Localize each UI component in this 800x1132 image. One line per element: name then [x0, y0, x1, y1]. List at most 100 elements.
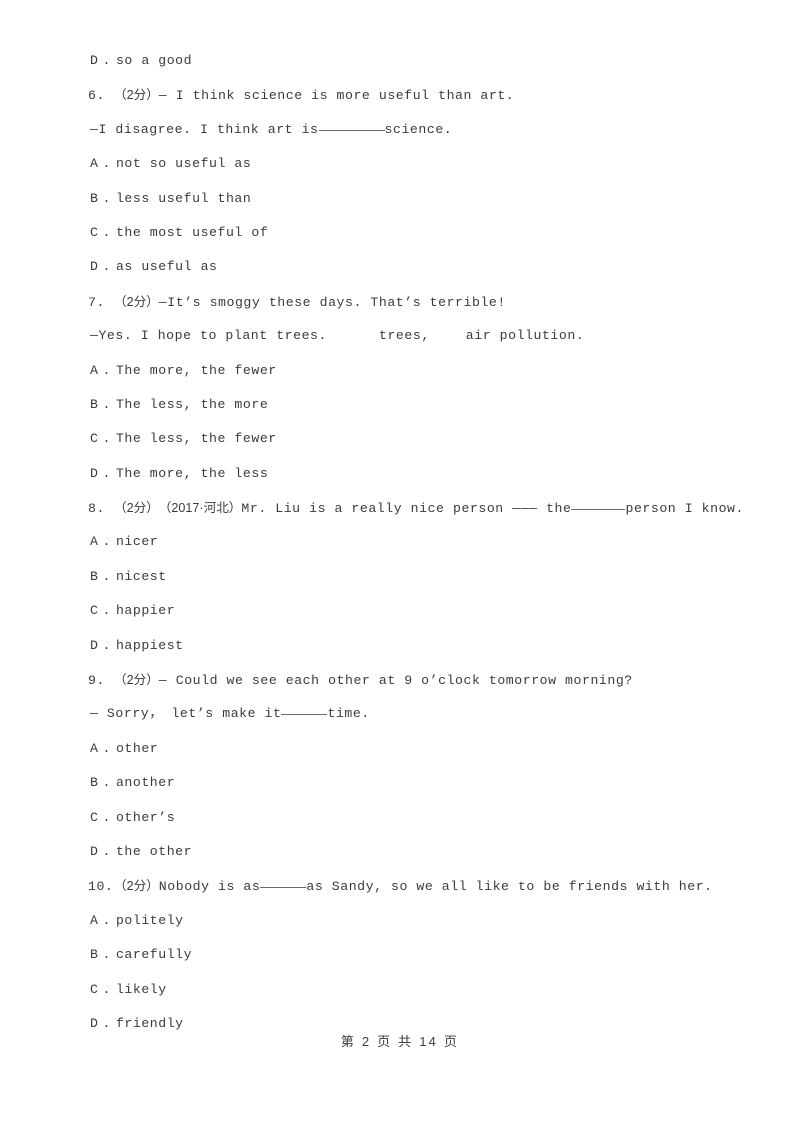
option-label: A [90, 740, 99, 756]
question-stem: 9. （2分）— Could we see each other at 9 o’c… [88, 663, 718, 697]
option-row: C. happier [88, 594, 718, 628]
option-separator: . [102, 224, 111, 240]
option-label: B [90, 947, 99, 963]
option-separator: . [102, 259, 111, 275]
option-text: The less, the more [115, 396, 269, 412]
stem-after: air pollution. [465, 328, 585, 344]
option-label: D [90, 259, 99, 275]
option-separator: . [102, 156, 111, 172]
answer-blank [281, 714, 328, 716]
option-text: happiest [115, 637, 184, 653]
option-separator: . [102, 843, 111, 859]
stem-after: science. [384, 121, 453, 137]
option-text: The more, the less [115, 465, 269, 481]
option-separator: . [102, 190, 111, 206]
option-text: the most useful of [115, 224, 269, 240]
option-label: D [90, 637, 99, 653]
option-separator: . [102, 603, 111, 619]
option-separator: . [102, 809, 111, 825]
option-separator: . [102, 568, 111, 584]
option-row: D. so a good [88, 44, 718, 78]
question-number: 10. [88, 879, 114, 895]
option-row: C. The less, the fewer [88, 422, 718, 456]
answer-blank [260, 887, 307, 889]
option-separator: . [102, 465, 111, 481]
option-text: politely [115, 912, 184, 928]
answer-blank [318, 129, 385, 131]
question-stem: 8. （2分）（2017·河北）Mr. Liu is a really nice … [88, 491, 743, 525]
option-text: The less, the fewer [115, 431, 277, 447]
option-row: A. nicer [88, 525, 718, 559]
question-stem: 6. （2分）— I think science is more useful t… [88, 78, 718, 112]
option-label: B [90, 396, 99, 412]
option-row: B. carefully [88, 938, 718, 972]
option-separator: . [102, 981, 111, 997]
option-row: A. The more, the fewer [88, 354, 718, 388]
option-row: D. The more, the less [88, 457, 718, 491]
option-text: happier [115, 603, 176, 619]
option-row: C. other’s [88, 801, 718, 835]
option-text: other [115, 740, 159, 756]
question-text: Nobody is as [158, 879, 261, 895]
option-row: B. nicest [88, 560, 718, 594]
question-number: 7. [88, 294, 105, 310]
option-label: C [90, 809, 99, 825]
option-separator: . [102, 396, 111, 412]
option-label: B [90, 190, 99, 206]
option-separator: . [102, 775, 111, 791]
question-stem-continuation: — Sorry， let’s make it time. [88, 697, 718, 731]
option-row: D. the other [88, 835, 718, 869]
option-row: D. as useful as [88, 250, 718, 284]
option-row: B. less useful than [88, 182, 718, 216]
option-label: D [90, 843, 99, 859]
question-marks: （2分） [114, 88, 159, 103]
option-row: C. the most useful of [88, 216, 718, 250]
stem-after: as Sandy, so we all like to be friends w… [306, 879, 713, 895]
option-separator: . [102, 534, 111, 550]
option-text: carefully [115, 947, 193, 963]
option-row: C. likely [88, 973, 718, 1007]
option-separator: . [102, 912, 111, 928]
option-row: A. not so useful as [88, 147, 718, 181]
question-list: D. so a good 6. （2分）— I think science is m… [88, 44, 743, 1041]
question-marks: （2分） [114, 673, 159, 688]
question-text: — I think science is more useful than ar… [158, 88, 515, 104]
document-page: D. so a good 6. （2分）— I think science is m… [0, 0, 800, 1132]
option-text: likely [115, 981, 167, 997]
option-label: C [90, 224, 99, 240]
stem-middle: trees, [379, 328, 430, 344]
option-label: A [90, 534, 99, 550]
answer-blank [571, 509, 626, 511]
option-separator: . [102, 740, 111, 756]
question-source: （2017·河北） [158, 501, 242, 516]
option-separator: . [102, 431, 111, 447]
question-number: 8. [88, 501, 105, 517]
option-label: C [90, 981, 99, 997]
stem-after: time. [327, 706, 370, 722]
option-text: the other [115, 843, 193, 859]
question-marks: （2分） [114, 879, 159, 894]
question-stem: 10.（2分）Nobody is as as Sandy, so we all l… [88, 869, 718, 903]
question-stem-continuation: —Yes. I hope to plant trees. trees, air po… [88, 319, 718, 353]
option-text: other’s [115, 809, 176, 825]
page-footer: 第 2 页 共 14 页 [340, 1034, 460, 1049]
option-text: so a good [115, 53, 193, 68]
question-stem-continuation: —I disagree. I think art is science. [88, 113, 718, 147]
option-text: nicer [115, 534, 159, 550]
option-label: D [90, 53, 99, 68]
question-stem: 7. （2分）—It’s smoggy these days. That’s te… [88, 285, 718, 319]
option-row: B. The less, the more [88, 388, 718, 422]
question-number: 6. [88, 88, 105, 104]
option-label: A [90, 912, 99, 928]
option-row: B. another [88, 766, 718, 800]
option-row: A. other [88, 732, 718, 766]
question-marks: （2分） [114, 294, 159, 309]
question-text: — Could we see each other at 9 o’clock t… [158, 673, 633, 689]
option-label: C [90, 431, 99, 447]
option-separator: . [102, 53, 111, 68]
option-label: C [90, 603, 99, 619]
option-separator: . [102, 637, 111, 653]
option-text: not so useful as [115, 156, 252, 172]
option-row: A. politely [88, 904, 718, 938]
option-text: as useful as [115, 259, 218, 275]
